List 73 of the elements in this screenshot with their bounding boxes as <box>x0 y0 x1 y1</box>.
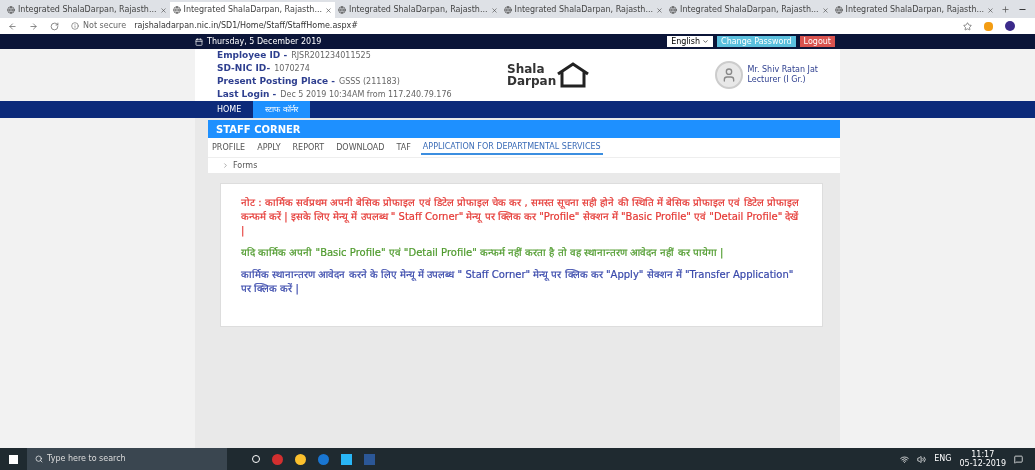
network-icon <box>900 454 910 464</box>
clock-date: 05-12-2019 <box>959 459 1006 468</box>
app-icon[interactable] <box>272 453 283 465</box>
globe-icon <box>172 6 181 14</box>
panel-tab[interactable]: PROFILE <box>210 140 248 155</box>
field-value: Dec 5 2019 10:34AM from 117.240.79.176 <box>280 89 452 101</box>
breadcrumb-link[interactable]: Forms <box>233 159 258 172</box>
note-text: नोट : कार्मिक सर्वप्रथम अपनी बेसिक प्रोफाइल एवं डिटेल प्रोफाइल चेक कर , समस्त सूचना सही होने की स्थिति में बेसिक प्रोफाइल एवं डिटेल प्रोफाइल कन्फर्म करें | इसके लिए मेन्यू में उपलब्ध " Staff Corner" मेन्यू पर क्लिक कर "Profile" सेक्शन में "Basic Profile" एवं "Detail Profile" देखें | <box>241 196 800 238</box>
new-tab-icon[interactable] <box>1001 5 1011 14</box>
globe-icon <box>338 6 347 14</box>
house-icon <box>556 62 591 88</box>
back-icon[interactable] <box>8 21 17 31</box>
search-field[interactable]: Type here to search <box>27 448 227 470</box>
browser-tab[interactable]: Integrated ShalaDarpan, Rajasth... <box>335 2 501 18</box>
globe-icon <box>669 6 678 14</box>
browser-tab[interactable]: Integrated ShalaDarpan, Rajasth... <box>666 2 832 18</box>
field-label: Employee ID - <box>217 49 288 61</box>
info-icon <box>71 22 79 30</box>
browser-tab[interactable]: Integrated ShalaDarpan, Rajasth... <box>831 2 998 18</box>
app-icon[interactable] <box>341 453 352 465</box>
header-button[interactable]: Logout <box>799 36 835 47</box>
user-name: Mr. Shiv Ratan Jat <box>747 65 818 75</box>
caret-icon <box>702 38 710 45</box>
panel-tab[interactable]: DOWNLOAD <box>334 140 387 155</box>
close-icon <box>159 6 167 14</box>
note-text: कार्मिक स्थानान्तरण आवेदन करने के लिए मेन्यू में उपलब्ध " Staff Corner" मेन्यू पर क्लिक कर "Apply" सेक्शन में "Transfer Application" पर क्लिक करें | <box>241 268 795 296</box>
nav-item[interactable]: HOME <box>205 101 254 118</box>
browser-tab[interactable]: Integrated ShalaDarpan, Rajasth... <box>500 2 667 18</box>
panel-tab[interactable]: APPLY <box>255 140 283 155</box>
clock-time: 11:17 <box>971 450 995 459</box>
browser-tab[interactable]: Integrated ShalaDarpan, Rajasth... <box>4 2 170 18</box>
extension-icon[interactable] <box>984 21 993 31</box>
field-label: Present Posting Place - <box>217 75 335 87</box>
app-icon[interactable] <box>318 453 329 465</box>
windows-icon[interactable] <box>9 454 18 464</box>
star-icon[interactable] <box>963 21 972 31</box>
panel-tab[interactable]: APPLICATION FOR DEPARTMENTAL SERVICES <box>420 140 603 155</box>
browser-icon[interactable] <box>295 453 306 465</box>
url-text[interactable]: rajshaladarpan.nic.in/SD1/Home/Staff/StaffHome.aspx# <box>134 20 358 32</box>
close-icon <box>325 6 333 14</box>
globe-icon <box>7 6 15 14</box>
profile-icon[interactable] <box>1005 21 1015 31</box>
calendar-icon <box>195 37 203 46</box>
globe-icon <box>503 6 512 14</box>
forward-icon[interactable] <box>29 21 38 31</box>
language-indicator: ENG <box>934 453 952 465</box>
logo-text: Darpan <box>507 75 557 87</box>
user-role: Lecturer (I Gr.) <box>747 75 807 85</box>
notification-icon[interactable] <box>1014 454 1023 464</box>
panel-tab[interactable]: REPORT <box>290 140 327 155</box>
field-value: 1070274 <box>274 63 310 75</box>
browser-tab[interactable]: Integrated ShalaDarpan, Rajasth... <box>169 2 336 18</box>
close-icon <box>987 6 995 14</box>
security-label: Not secure <box>83 20 127 32</box>
note-text: यदि कार्मिक अपनी "Basic Profile" एवं "Detail Profile" कन्फर्म नहीं करता है तो वह स्थानान्तरण आवेदन नहीं कर पायेगा | <box>241 246 725 260</box>
panel-title: STAFF CORNER <box>216 122 301 137</box>
close-icon <box>656 6 664 14</box>
close-icon <box>821 6 829 14</box>
field-value: GSSS (211183) <box>339 76 400 88</box>
volume-icon <box>917 454 927 464</box>
language-select[interactable]: English <box>667 36 714 47</box>
reload-icon[interactable] <box>50 21 59 31</box>
logo-text: Shala <box>507 63 546 75</box>
field-label: SD-NIC ID- <box>217 62 271 74</box>
panel-tab[interactable]: TAF <box>394 140 413 155</box>
field-value: RJSR201234011525 <box>291 50 371 62</box>
globe-icon <box>834 6 843 14</box>
search-icon <box>35 455 43 463</box>
field-label: Last Login - <box>217 88 277 100</box>
date-text: Thursday, 5 December 2019 <box>207 35 322 48</box>
close-icon <box>490 6 498 14</box>
search-placeholder: Type here to search <box>47 453 126 465</box>
chevron-icon <box>222 162 229 169</box>
